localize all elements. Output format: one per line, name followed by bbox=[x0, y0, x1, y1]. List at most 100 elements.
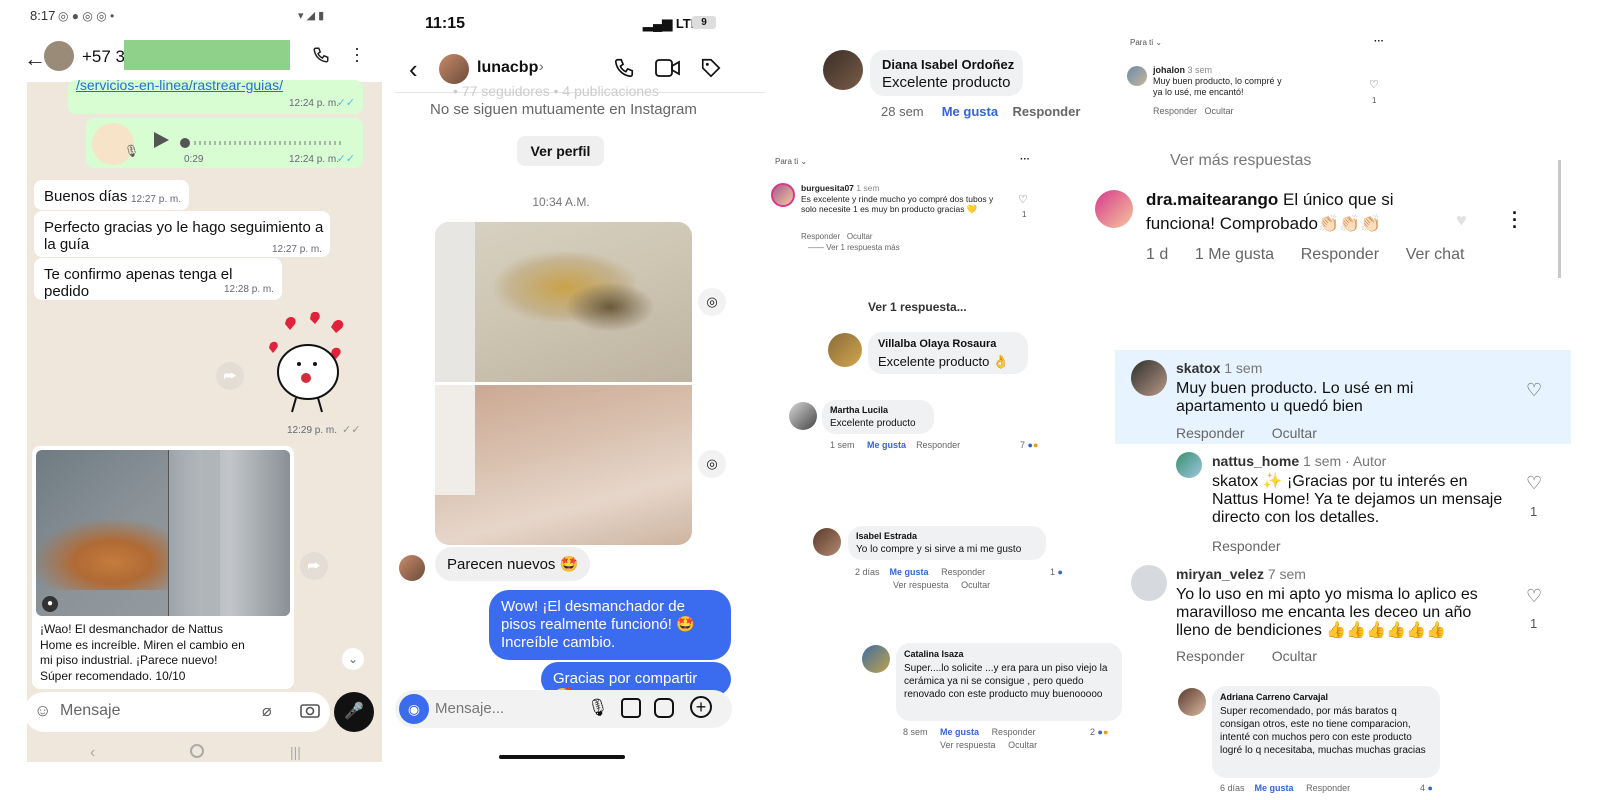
sticker-icon[interactable] bbox=[654, 698, 674, 718]
like-button[interactable]: Me gusta bbox=[940, 727, 979, 737]
reply-button[interactable]: Responder bbox=[1176, 425, 1245, 441]
hide-button[interactable]: Ocultar bbox=[1008, 740, 1037, 750]
user-avatar[interactable] bbox=[439, 54, 469, 84]
reply-button[interactable]: Responder bbox=[1306, 783, 1350, 793]
view-chat-button[interactable]: Ver chat bbox=[1406, 246, 1465, 263]
like-button[interactable]: Me gusta bbox=[890, 567, 929, 577]
more-options-icon[interactable]: ··· bbox=[1020, 154, 1030, 165]
gallery-icon[interactable] bbox=[621, 698, 641, 718]
scrollbar[interactable] bbox=[1558, 160, 1561, 278]
message-input[interactable]: Mensaje bbox=[60, 702, 120, 720]
forward-icon[interactable]: ⮫ bbox=[216, 362, 244, 390]
floor-photo-after[interactable] bbox=[435, 385, 692, 545]
view-profile-button[interactable]: Ver perfil bbox=[517, 136, 604, 166]
floor-photo[interactable]: ● bbox=[36, 450, 290, 616]
like-button[interactable]: Me gusta bbox=[942, 104, 998, 119]
commenter-name[interactable]: dra.maitearango bbox=[1146, 190, 1278, 209]
reply-button[interactable]: Responder bbox=[941, 567, 985, 577]
message-input-bar[interactable]: ☺ Mensaje ⌀ bbox=[24, 692, 330, 732]
commenter-name[interactable]: Diana Isabel Ordoñez bbox=[882, 57, 1014, 72]
hide-button[interactable]: Ocultar bbox=[1272, 648, 1317, 664]
feed-filter[interactable]: Para ti ⌄ bbox=[775, 157, 807, 166]
audio-waveform[interactable] bbox=[180, 136, 350, 150]
hide-button[interactable]: Ocultar bbox=[1272, 425, 1317, 441]
tracking-link[interactable]: /servicios-en-linea/rastrear-guias/ bbox=[76, 77, 283, 93]
more-options-icon[interactable]: ··· bbox=[354, 39, 360, 69]
view-more-replies[interactable]: —— Ver 1 respuesta más bbox=[808, 243, 900, 252]
camera-icon[interactable]: ◉ bbox=[399, 694, 429, 724]
back-chevron-icon[interactable]: ‹ bbox=[409, 54, 418, 85]
attach-icon[interactable]: ⌀ bbox=[262, 701, 272, 721]
video-icon[interactable] bbox=[655, 58, 681, 78]
like-count[interactable]: 1 Me gusta bbox=[1195, 246, 1274, 263]
read-check-icon: ✓✓ bbox=[336, 153, 355, 165]
contact-avatar[interactable] bbox=[44, 41, 74, 71]
play-icon[interactable] bbox=[152, 130, 170, 150]
heart-icon[interactable]: ♡ bbox=[1526, 473, 1542, 494]
commenter-name[interactable]: Adriana Carreno Carvajal bbox=[1220, 692, 1328, 702]
floor-photo-before[interactable] bbox=[435, 222, 692, 382]
username[interactable]: lunacbp bbox=[477, 59, 538, 77]
view-more-replies[interactable]: Ver más respuestas bbox=[1170, 152, 1311, 170]
camera-icon[interactable] bbox=[300, 702, 320, 718]
reply-button[interactable]: Responder bbox=[1176, 648, 1245, 664]
message-input-bar[interactable]: ◉ Mensaje... 🎙 + bbox=[395, 690, 732, 728]
scroll-down-icon[interactable]: ⌄ bbox=[342, 648, 364, 670]
commenter-avatar bbox=[1176, 452, 1202, 478]
heart-icon[interactable]: ♡ bbox=[1018, 193, 1028, 206]
reply-button[interactable]: Responder bbox=[1212, 538, 1281, 554]
commenter-name[interactable]: Villalba Olaya Rosaura bbox=[878, 338, 996, 350]
commenter-name[interactable]: Martha Lucila bbox=[830, 405, 888, 415]
feed-filter[interactable]: Para ti ⌄ bbox=[1130, 38, 1162, 47]
hide-button[interactable]: Ocultar bbox=[961, 580, 990, 590]
reply-button[interactable]: Responder bbox=[1301, 246, 1379, 263]
reply-button[interactable]: Responder bbox=[916, 440, 960, 450]
mic-button[interactable]: 🎤 bbox=[334, 692, 374, 732]
commenter-name[interactable]: miryan_velez bbox=[1176, 566, 1264, 582]
phone-icon[interactable] bbox=[613, 57, 635, 79]
comment-age: 1 sem bbox=[856, 183, 880, 193]
tag-icon[interactable] bbox=[700, 57, 722, 79]
back-arrow-icon[interactable]: ← bbox=[24, 46, 46, 72]
heart-icon[interactable]: ♡ bbox=[1369, 78, 1379, 91]
reply-button[interactable]: Responder bbox=[992, 727, 1036, 737]
image-message: ● ¡Wao! El desmanchador de Nattus Home e… bbox=[32, 446, 294, 689]
chevron-right-icon[interactable]: › bbox=[539, 58, 544, 74]
add-icon[interactable]: + bbox=[690, 696, 712, 718]
mic-icon[interactable]: 🎙 bbox=[587, 698, 609, 718]
reply-button[interactable]: Responder bbox=[1013, 104, 1081, 119]
comment-actions: Responder Ocultar bbox=[1153, 106, 1234, 116]
commenter-name[interactable]: Isabel Estrada bbox=[856, 531, 917, 541]
nav-recents-icon[interactable]: ||| bbox=[290, 744, 301, 760]
like-button[interactable]: Me gusta bbox=[867, 440, 906, 450]
save-photo-icon[interactable]: ◎ bbox=[698, 450, 726, 478]
message-input[interactable]: Mensaje... bbox=[435, 700, 504, 717]
comment-text: Es excelente y rinde mucho yo compré dos… bbox=[801, 193, 994, 215]
heart-icon[interactable]: ♥ bbox=[1456, 210, 1467, 231]
commenter-name[interactable]: Catalina Isaza bbox=[904, 649, 964, 659]
nav-home-icon[interactable] bbox=[190, 744, 204, 758]
commenter-name[interactable]: nattus_home bbox=[1212, 453, 1299, 469]
sticker-image[interactable] bbox=[266, 312, 356, 422]
reply-button[interactable]: Responder bbox=[801, 232, 840, 241]
heart-icon[interactable]: ♡ bbox=[1526, 586, 1542, 607]
hide-button[interactable]: Ocultar bbox=[847, 232, 873, 241]
view-reply-link[interactable]: Ver respuesta bbox=[893, 580, 949, 590]
commenter-name[interactable]: johalon bbox=[1153, 65, 1185, 75]
view-reply-link[interactable]: Ver respuesta bbox=[940, 740, 996, 750]
commenter-name[interactable]: burguesita07 bbox=[801, 183, 854, 193]
reply-button[interactable]: Responder bbox=[1153, 106, 1197, 116]
more-options-icon[interactable]: ··· bbox=[1512, 204, 1518, 236]
forward-icon[interactable]: ⮫ bbox=[300, 552, 328, 580]
nav-back-icon[interactable]: ‹ bbox=[90, 744, 95, 762]
save-photo-icon[interactable]: ◎ bbox=[698, 288, 726, 316]
hide-button[interactable]: Ocultar bbox=[1205, 106, 1234, 116]
home-indicator bbox=[499, 755, 625, 759]
heart-icon[interactable]: ♡ bbox=[1526, 380, 1542, 401]
view-reply-link[interactable]: Ver 1 respuesta... bbox=[868, 300, 967, 314]
like-button[interactable]: Me gusta bbox=[1255, 783, 1294, 793]
emoji-icon[interactable]: ☺ bbox=[34, 701, 51, 721]
commenter-name[interactable]: skatox bbox=[1176, 360, 1220, 376]
phone-icon[interactable] bbox=[312, 46, 330, 64]
more-options-icon[interactable]: ··· bbox=[1374, 36, 1384, 47]
